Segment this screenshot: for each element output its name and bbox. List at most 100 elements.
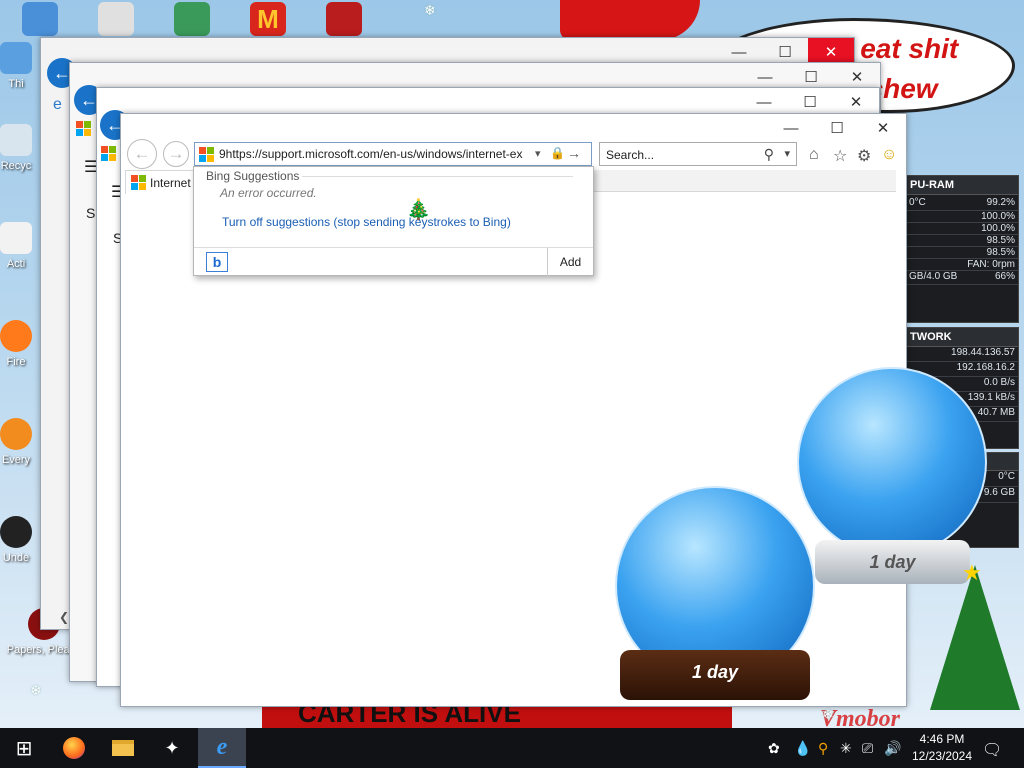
microsoft-favicon-icon — [131, 175, 146, 190]
activate-icon — [0, 222, 32, 254]
tray-app-icon[interactable]: ✿ — [768, 740, 780, 757]
this-pc-icon — [0, 42, 32, 74]
disk-size: 9.6 GB — [983, 487, 1015, 498]
search-input[interactable]: Search... — [606, 148, 654, 162]
dropdown-arrow-icon[interactable]: ▾ — [535, 147, 541, 160]
taskbar-file-explorer[interactable] — [99, 728, 147, 768]
forward-button[interactable]: → — [163, 141, 189, 167]
cpu-gadget-title: PU-RAM — [906, 176, 1018, 195]
christmas-tree-cursor-icon: 🎄 — [406, 199, 431, 221]
mcdonalds-icon[interactable]: M — [250, 2, 286, 36]
recycle-bin-icon — [0, 124, 32, 156]
tab-label: Internet — [150, 176, 191, 190]
notifications-icon[interactable]: 🗨 — [982, 740, 1002, 760]
close-icon[interactable]: ✕ — [860, 114, 906, 142]
volume-icon[interactable]: 🔊 — [884, 740, 901, 757]
close-icon[interactable]: ✕ — [833, 88, 879, 116]
undertale-icon — [0, 516, 32, 548]
bing-suggestions-dropdown: Bing Suggestions An error occurred. Turn… — [193, 166, 594, 276]
suggestions-error: An error occurred. — [220, 186, 317, 200]
maximize-icon[interactable]: ☐ — [787, 88, 833, 116]
cpu-core-value: 98.5% — [986, 235, 1015, 246]
desktop-icon-label: Every — [1, 454, 31, 466]
lock-icon[interactable]: 🔒 — [550, 146, 565, 160]
taskbar-clock[interactable]: 4:46 PM 12/23/2024 — [905, 731, 979, 765]
microsoft-favicon-icon — [199, 147, 214, 162]
cpu-core-value: 98.5% — [986, 247, 1015, 258]
desktop-top-icon-1[interactable] — [22, 2, 58, 36]
taskbar-firefox[interactable] — [50, 728, 98, 768]
window-caption-buttons: — ☐ ✕ — [768, 114, 906, 142]
address-input[interactable]: 9https://support.microsoft.com/en-us/win… — [219, 147, 525, 161]
suggestions-divider — [302, 176, 573, 177]
desktop-icon-label: Thi — [8, 78, 24, 90]
desktop-icon-label: Acti — [6, 258, 26, 270]
suggestions-header: Bing Suggestions — [206, 169, 300, 183]
app-icon: ✦ — [164, 737, 180, 758]
tray-asterisk-icon[interactable]: ✳ — [840, 740, 852, 757]
bottom-strip-wallpaper: CARTER IS ALIVE — [262, 698, 732, 728]
network-icon[interactable]: ⎚ — [862, 740, 873, 757]
folder-icon — [112, 740, 134, 756]
microsoft-logo-icon — [101, 146, 116, 161]
tab-internet[interactable]: Internet — [125, 170, 195, 194]
firefox-icon — [0, 320, 32, 352]
cpu-ram-gadget: PU-RAM 0°C 99.2% 100.0% 100.0% 98.5% 98.… — [905, 175, 1019, 323]
cpu-core-value: 100.0% — [981, 211, 1015, 222]
snowflake-decoration: ❄ — [30, 682, 42, 698]
taskbar-app[interactable]: ✦ — [148, 728, 196, 768]
snowflake-decoration: ❄ — [424, 2, 436, 18]
start-button[interactable]: ⊞ — [0, 728, 48, 768]
home-icon[interactable]: ⌂ — [809, 146, 819, 164]
taskbar-internet-explorer[interactable]: e — [198, 728, 246, 768]
cpu-core-value: 100.0% — [981, 223, 1015, 234]
internet-explorer-icon: e — [216, 733, 228, 760]
desktop-icon-label: Fire — [6, 356, 26, 368]
search-dropdown-icon[interactable]: ▾ — [784, 147, 790, 160]
disk-temp: 0°C — [998, 471, 1015, 482]
tray-search-icon[interactable]: ⚲ — [818, 740, 828, 757]
ie-logo-icon: e — [53, 96, 62, 113]
settings-gear-icon[interactable]: ⚙ — [857, 146, 871, 166]
snow-globe-decoration — [797, 367, 987, 557]
firefox-icon — [63, 737, 85, 759]
bing-logo-icon[interactable]: b — [206, 252, 228, 272]
tray-drop-icon[interactable]: 💧 — [794, 740, 811, 757]
snow-globe-base: 1 day — [620, 650, 810, 700]
back-arrow-icon: ← — [133, 144, 151, 163]
ram-percent: 66% — [994, 271, 1015, 282]
minimize-icon[interactable]: — — [741, 88, 787, 116]
window-caption-buttons: — ☐ ✕ — [741, 88, 879, 116]
search-box[interactable]: Search... ⚲ ▾ — [599, 142, 797, 166]
star-icon: ★ — [962, 560, 982, 585]
favorites-star-icon[interactable]: ☆ — [833, 146, 847, 166]
turn-off-suggestions-link[interactable]: Turn off suggestions (stop sending keyst… — [222, 215, 511, 229]
network-external-ip: 198.44.136.57 — [951, 347, 1015, 358]
snowflake-decoration: ❄ — [822, 706, 834, 722]
feedback-smiley-icon[interactable]: ☺ — [881, 146, 897, 164]
search-icon[interactable]: ⚲ — [764, 146, 774, 163]
maximize-icon[interactable]: ☐ — [814, 114, 860, 142]
add-search-provider-button[interactable]: Add — [547, 248, 593, 276]
everything-icon — [0, 418, 32, 450]
minimize-icon[interactable]: — — [768, 114, 814, 142]
go-arrow-icon[interactable]: → — [567, 145, 581, 161]
ram-usage: GB/4.0 GB — [909, 271, 958, 282]
desktop-icon-label: Recyc — [0, 160, 32, 172]
cpu-fan: FAN: 0rpm — [967, 259, 1015, 270]
clock-time: 4:46 PM — [919, 732, 965, 746]
christmas-tree-decoration — [930, 565, 1020, 710]
desktop-top-icon-5[interactable] — [326, 2, 362, 36]
globe-label: 1 day — [691, 662, 739, 682]
network-rate-2: 139.1 kB/s — [967, 392, 1015, 403]
scroll-left-icon[interactable]: ❮ — [59, 610, 69, 624]
desktop-top-icon-2[interactable] — [98, 2, 134, 36]
clock-date: 12/23/2024 — [911, 749, 973, 763]
windows-logo-icon: ⊞ — [15, 737, 33, 760]
forward-arrow-icon: → — [167, 144, 185, 163]
back-button[interactable]: ← — [127, 139, 157, 169]
desktop-icon-label: Unde — [2, 552, 30, 564]
desktop-top-icon-3[interactable] — [174, 2, 210, 36]
address-bar[interactable]: 9https://support.microsoft.com/en-us/win… — [194, 142, 592, 166]
cpu-total: 99.2% — [986, 197, 1015, 208]
